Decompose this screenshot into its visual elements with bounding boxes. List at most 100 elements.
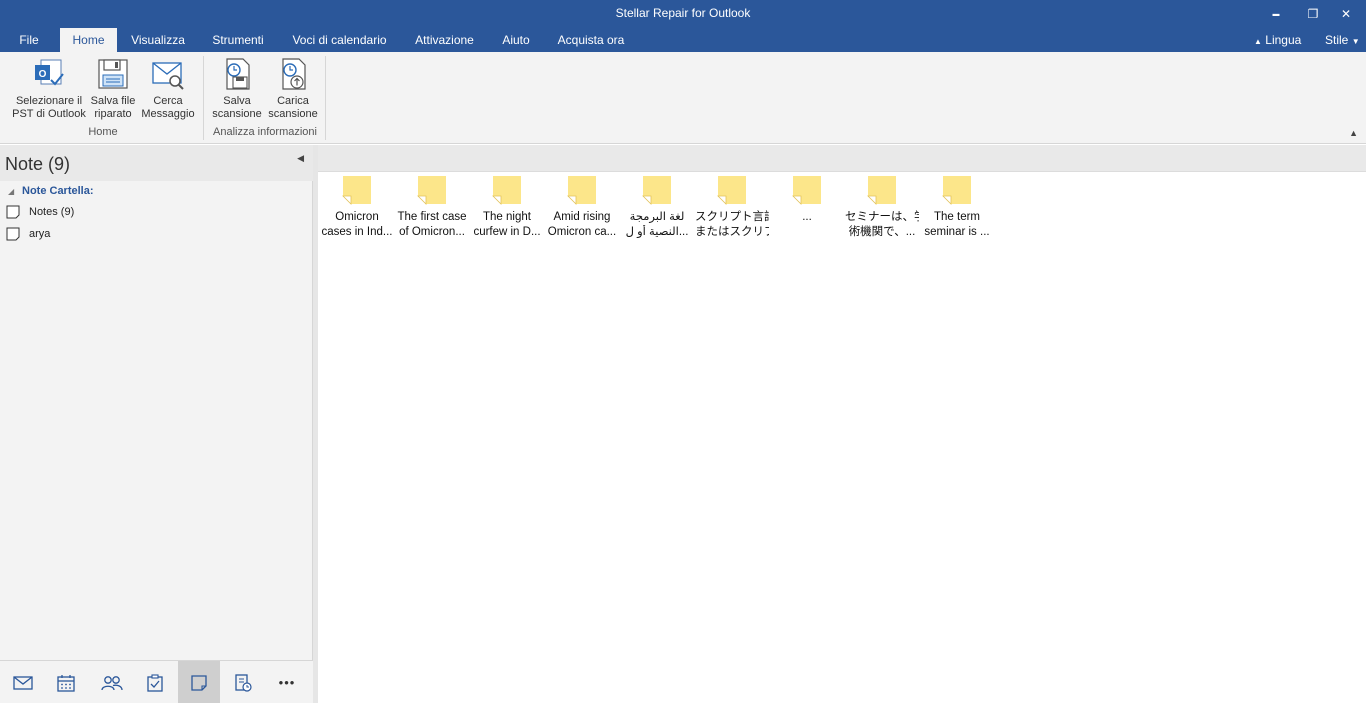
minimize-button[interactable]: ▬ (1256, 0, 1296, 28)
tab-aiuto[interactable]: Aiuto (494, 28, 538, 52)
expand-caret-icon[interactable]: ◢ (8, 187, 22, 196)
save-scan-button[interactable]: Salva scansione (210, 56, 264, 121)
folder-root[interactable]: ◢ Note Cartella: (8, 185, 94, 197)
menu-bar: File Home Visualizza Strumenti Voci di c… (0, 28, 1366, 52)
restore-icon: ❐ (1307, 7, 1319, 21)
search-message-line1: Cerca (153, 95, 183, 107)
sticky-note-icon (867, 176, 896, 205)
folder-item-arya[interactable]: arya (6, 227, 50, 241)
mail-icon (13, 675, 33, 690)
sticky-note-icon (717, 176, 746, 205)
group-label-home: Home (88, 126, 118, 138)
note-item[interactable]: Omicron cases in Ind... (320, 175, 394, 240)
save-repaired-line1: Salva file (90, 95, 136, 107)
svg-text:O: O (39, 69, 47, 80)
note-item[interactable]: スクリプト言語またはスクリプ... (695, 175, 769, 240)
close-button[interactable]: ✕ (1326, 0, 1366, 28)
sticky-note-icon (942, 176, 971, 205)
note-title-line2: seminar is ... (924, 226, 990, 238)
note-item[interactable]: セミナーは、学 術機関で、... (845, 175, 919, 240)
note-item[interactable]: The night curfew in D... (470, 175, 544, 240)
note-title-line1: Amid rising (553, 211, 611, 223)
tab-strumenti[interactable]: Strumenti (203, 28, 273, 52)
note-item[interactable]: The first case of Omicron... (395, 175, 469, 240)
pane-collapse-icon[interactable]: ◀ (297, 153, 304, 164)
note-title-line2: of Omicron... (399, 226, 465, 238)
folder-root-label: Note Cartella: (22, 185, 94, 197)
load-scan-icon (282, 58, 306, 90)
note-item[interactable]: لغة البرمجة النصية أو ل... (620, 175, 694, 240)
tasks-icon (147, 673, 163, 692)
save-scan-icon (226, 58, 250, 90)
select-pst-button[interactable]: O Selezionare il PST di Outlook (8, 56, 90, 121)
journal-icon (235, 673, 252, 692)
note-folder-icon (6, 227, 20, 241)
sticky-note-icon (792, 176, 821, 205)
nav-contacts-button[interactable] (91, 661, 133, 703)
sticky-note-icon (567, 176, 596, 205)
ribbon: O Selezionare il PST di Outlook Salva fi… (0, 52, 1366, 144)
note-item[interactable]: The term seminar is ... (920, 175, 994, 240)
bottom-nav: ••• (0, 660, 313, 703)
tab-home[interactable]: Home (60, 28, 117, 52)
note-title-line1: The night (483, 211, 531, 223)
nav-mail-button[interactable] (2, 661, 44, 703)
sticky-note-icon (342, 176, 371, 205)
folder-item-notes[interactable]: Notes (9) (6, 205, 74, 219)
note-folder-icon (6, 205, 20, 219)
caret-down-icon: ▼ (1351, 37, 1360, 46)
note-title-line2: またはスクリプ... (695, 226, 769, 238)
note-title-line1: لغة البرمجة (629, 211, 685, 223)
tab-attivazione[interactable]: Attivazione (406, 28, 483, 52)
group-separator (203, 56, 204, 140)
nav-calendar-button[interactable] (45, 661, 87, 703)
note-title-line2: ... (802, 211, 812, 223)
load-scan-line1: Carica (277, 95, 309, 107)
select-pst-line1: Selezionare il (15, 95, 83, 107)
lingua-menu[interactable]: ▲ Lingua (1254, 28, 1301, 52)
tab-acquista-ora[interactable]: Acquista ora (552, 28, 630, 52)
group-separator (325, 56, 326, 140)
folder-item-label: Notes (9) (29, 206, 75, 218)
note-title-line2: النصية أو ل... (625, 226, 689, 238)
stile-label: Stile (1325, 33, 1349, 47)
save-disk-icon (98, 59, 128, 89)
note-title-line1: セミナーは、学 (845, 211, 919, 223)
save-scan-line2: scansione (212, 108, 262, 120)
nav-more-button[interactable]: ••• (266, 661, 308, 703)
search-message-button[interactable]: Cerca Messaggio (140, 56, 196, 121)
ribbon-collapse-icon[interactable]: ▲ (1349, 128, 1358, 138)
note-item[interactable]: ... (770, 175, 844, 225)
note-title-line1: The first case (397, 211, 467, 223)
tab-visualizza[interactable]: Visualizza (124, 28, 192, 52)
envelope-search-icon (152, 62, 184, 90)
note-title-line2: cases in Ind... (321, 226, 393, 238)
search-message-line2: Messaggio (141, 108, 195, 120)
save-scan-line1: Salva (223, 95, 251, 107)
caret-up-icon: ▲ (1254, 37, 1262, 46)
lingua-label: Lingua (1265, 33, 1302, 47)
select-pst-line2: PST di Outlook (12, 108, 86, 120)
save-repaired-line2: riparato (94, 108, 132, 120)
close-icon: ✕ (1340, 7, 1352, 21)
load-scan-button[interactable]: Carica scansione (266, 56, 320, 121)
nav-journal-button[interactable] (222, 661, 264, 703)
sticky-note-icon (642, 176, 671, 205)
load-scan-line2: scansione (268, 108, 318, 120)
note-item[interactable]: Amid rising Omicron ca... (545, 175, 619, 240)
note-title-line1: Omicron (335, 211, 379, 223)
notes-icon (191, 674, 207, 691)
tab-voci-di-calendario[interactable]: Voci di calendario (287, 28, 392, 52)
nav-notes-button[interactable] (178, 661, 220, 703)
nav-tasks-button[interactable] (134, 661, 176, 703)
tab-file[interactable]: File (8, 28, 50, 52)
notes-view-header (318, 145, 1366, 172)
save-repaired-button[interactable]: Salva file riparato (88, 56, 138, 121)
minimize-icon: ▬ (1272, 10, 1280, 18)
folder-item-label: arya (29, 228, 51, 240)
notes-view: Omicron cases in Ind... The first case of O… (318, 145, 1366, 703)
note-title-line2: curfew in D... (473, 226, 541, 238)
more-icon: ••• (278, 675, 296, 690)
sticky-note-icon (492, 176, 521, 205)
stile-menu[interactable]: Stile ▼ (1325, 28, 1360, 52)
